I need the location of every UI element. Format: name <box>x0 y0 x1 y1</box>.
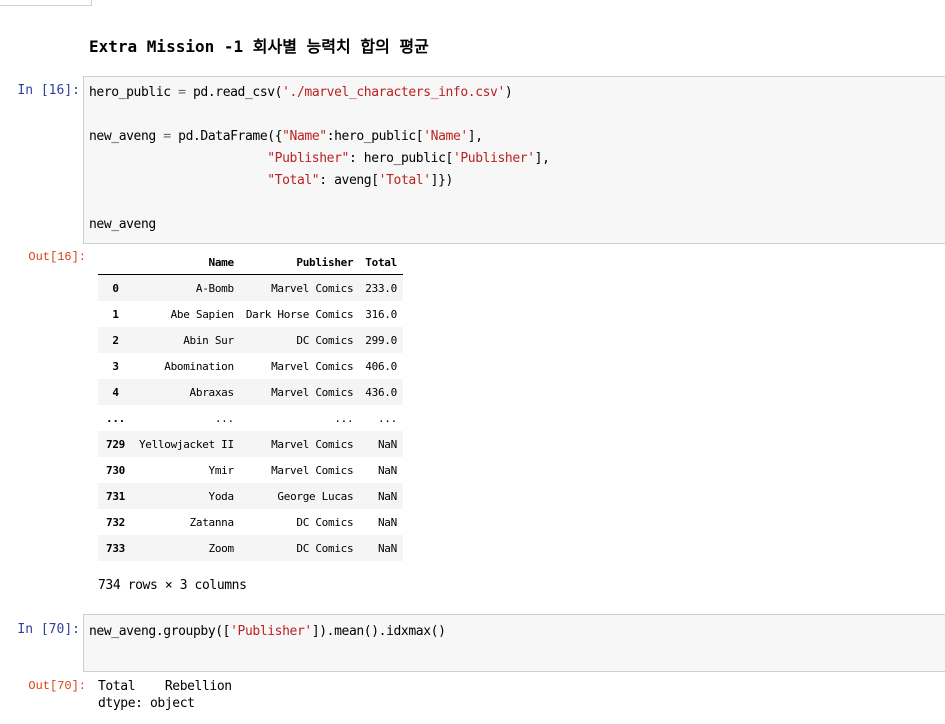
table-cell: 299.0 <box>365 333 397 347</box>
table-cell: 436.0 <box>365 385 397 399</box>
output-prompt-70: Out[70]: <box>28 679 86 693</box>
dtype-output-line: dtype: object <box>98 696 195 711</box>
table-cell: 233.0 <box>365 281 397 295</box>
table-header-row: Name Publisher Total <box>98 250 403 275</box>
table-row: 733 Zoom DC Comics NaN <box>98 535 403 561</box>
table-row: ............ <box>98 405 403 431</box>
code-line-4: "Publisher": hero_public['Publisher'], <box>267 151 550 166</box>
table-row: 0 A-Bomb Marvel Comics 233.0 <box>98 274 403 301</box>
table-cell: Abin Sur <box>183 333 234 347</box>
table-row: 729 Yellowjacket II Marvel Comics NaN <box>98 431 403 457</box>
table-cell: ... <box>377 411 397 425</box>
row-index: 3 <box>112 359 119 373</box>
code-line-7: new_aveng <box>89 217 156 232</box>
table-cell: Yoda <box>208 489 235 503</box>
code-line-1: hero_public = pd.read_csv('./marvel_char… <box>89 85 513 100</box>
code-line-5: "Total": aveng['Total']}) <box>267 173 453 188</box>
table-cell: 406.0 <box>365 359 397 373</box>
table-row: 1 Abe Sapien Dark Horse Comics 316.0 <box>98 301 403 327</box>
row-index: 730 <box>106 463 125 477</box>
table-cell: ... <box>214 411 234 425</box>
code-line-groupby: new_aveng.groupby(['Publisher']).mean().… <box>89 624 446 639</box>
dataframe-table: Name Publisher Total 0 A-Bomb Marvel Comic… <box>98 250 403 561</box>
table-cell: Ymir <box>208 463 235 477</box>
output-prompt-16: Out[16]: <box>28 250 86 264</box>
table-row: 730 Ymir Marvel Comics NaN <box>98 457 403 483</box>
table-cell: NaN <box>377 515 397 529</box>
table-cell: ... <box>334 411 354 425</box>
input-prompt-16: In [16]: <box>17 83 80 98</box>
table-cell: NaN <box>377 541 397 555</box>
table-cell: DC Comics <box>296 541 354 555</box>
row-index: 731 <box>106 489 125 503</box>
row-index: 4 <box>112 385 119 399</box>
row-index: 729 <box>106 437 125 451</box>
row-index: ... <box>106 411 125 425</box>
row-index: 732 <box>106 515 125 529</box>
table-cell: Abraxas <box>189 385 235 399</box>
series-output-line: Total Rebellion <box>98 679 232 694</box>
table-cell: Yellowjacket II <box>138 437 234 451</box>
table-cell: NaN <box>377 489 397 503</box>
table-cell: Marvel Comics <box>271 437 354 451</box>
input-prompt-70: In [70]: <box>17 622 80 637</box>
row-index: 2 <box>112 333 119 347</box>
table-cell: Dark Horse Comics <box>245 307 354 321</box>
column-header-publisher: Publisher <box>239 250 360 275</box>
table-cell: Abe Sapien <box>170 307 235 321</box>
table-row: 3 Abomination Marvel Comics 406.0 <box>98 353 403 379</box>
table-cell: Marvel Comics <box>271 463 354 477</box>
column-header-name: Name <box>132 250 240 275</box>
table-cell: George Lucas <box>277 489 354 503</box>
table-cell: NaN <box>377 463 397 477</box>
table-summary: 734 rows × 3 columns <box>98 578 247 593</box>
code-cell-16[interactable]: hero_public = pd.read_csv('./marvel_char… <box>83 76 945 244</box>
table-cell: A-Bomb <box>195 281 234 295</box>
table-row: 731 Yoda George Lucas NaN <box>98 483 403 509</box>
row-index: 1 <box>112 307 119 321</box>
table-row: 732 Zatanna DC Comics NaN <box>98 509 403 535</box>
table-cell: 316.0 <box>365 307 397 321</box>
column-header-total: Total <box>359 250 403 275</box>
table-cell: Marvel Comics <box>271 385 354 399</box>
table-cell: DC Comics <box>296 515 354 529</box>
code-line-3: new_aveng = pd.DataFrame({"Name":hero_pu… <box>89 129 483 144</box>
table-row: 4 Abraxas Marvel Comics 436.0 <box>98 379 403 405</box>
table-cell: Marvel Comics <box>271 359 354 373</box>
table-cell: DC Comics <box>296 333 354 347</box>
row-index: 0 <box>112 281 119 295</box>
row-index: 733 <box>106 541 125 555</box>
table-cell: Zoom <box>208 541 235 555</box>
code-cell-70[interactable]: new_aveng.groupby(['Publisher']).mean().… <box>83 614 945 672</box>
table-cell: Zatanna <box>189 515 235 529</box>
markdown-heading: Extra Mission -1 회사별 능력치 합의 평균 <box>89 37 429 56</box>
index-header <box>98 250 133 275</box>
table-cell: NaN <box>377 437 397 451</box>
table-cell: Marvel Comics <box>271 281 354 295</box>
table-cell: Abomination <box>164 359 234 373</box>
table-row: 2 Abin Sur DC Comics 299.0 <box>98 327 403 353</box>
previous-cell-stub[interactable] <box>0 0 92 6</box>
